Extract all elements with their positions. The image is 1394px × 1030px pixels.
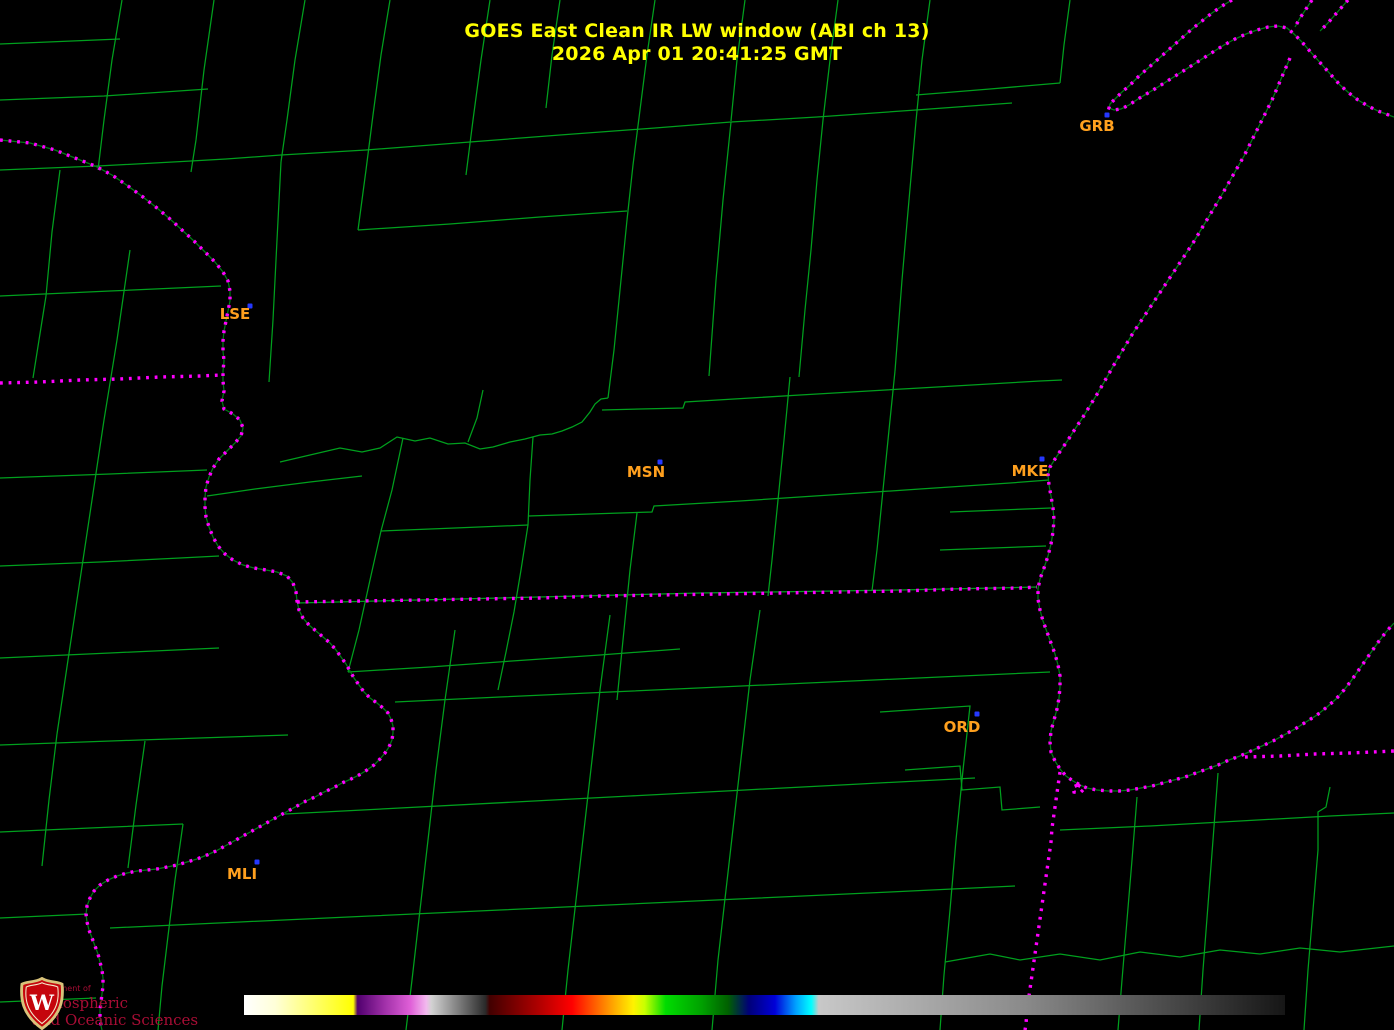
county-boundary-line [127,740,146,869]
county-boundary-line [904,765,1041,811]
county-boundary-line [939,545,1047,551]
county-boundary-line [380,524,529,532]
county-boundary-line [816,102,1013,118]
city-label-MLI: MLI [226,865,258,883]
county-boundary-line [0,88,209,101]
county-boundary-line [1198,772,1219,1030]
county-boundary-line [944,945,1394,963]
uw-crest-icon: W [20,977,64,1030]
image-title: GOES East Clean IR LW window (ABI ch 13)… [0,20,1394,66]
title-line-timestamp: 2026 Apr 01 20:41:25 GMT [551,43,843,65]
city-label-MSN: MSN [626,463,666,481]
city-dot-ORD [974,711,980,717]
county-boundary-line [879,705,971,1030]
city-label-LSE: LSE [219,305,251,323]
county-boundary-line [394,671,1051,703]
title-line-product: GOES East Clean IR LW window (ABI ch 13) [464,20,930,42]
svg-text:W: W [29,991,55,1016]
county-boundary-line [915,82,1061,96]
county-boundary-line [708,121,732,377]
county-boundary-line [601,379,1063,411]
county-boundary-line [798,179,818,378]
county-boundary-line [497,436,534,691]
county-boundary-line [0,285,222,297]
mississippi-river-border-dotted [0,138,395,1030]
county-boundary-line [1059,812,1394,831]
city-dot-MLI [254,859,260,865]
county-boundary-line [32,295,47,379]
county-boundary-line [279,397,609,463]
county-boundary-line [206,475,363,497]
county-boundary-line [365,127,656,151]
county-boundary-line [616,512,638,701]
mi-in-border-dotted [1244,749,1394,759]
city-label-MKE: MKE [1011,462,1049,480]
county-boundary-line [405,629,456,1030]
mississippi-river-shoreline [0,139,394,1030]
county-boundary-line [654,116,818,129]
uw-aos-logo: W Department of Atmospheric and Oceanic … [6,977,198,1030]
county-boundary-line [0,913,89,919]
county-boundary-line [607,219,628,399]
county-boundary-line [41,733,58,867]
county-boundary-line [561,614,611,1030]
ir-temperature-colorbar [244,995,1285,1015]
il-in-border-dotted [1023,771,1062,1030]
county-boundary-line [56,249,131,735]
lake-michigan-west-shore-dotted [1036,57,1394,793]
city-label-ORD: ORD [943,718,981,736]
county-boundary-line [1303,786,1331,1030]
county-boundary-line [0,469,208,479]
satellite-image-viewport: GOES East Clean IR LW window (ABI ch 13)… [0,0,1394,1030]
county-boundary-line [0,823,184,833]
county-boundary-line [0,647,220,659]
city-label-GRB: GRB [1079,117,1115,135]
county-boundary-line [0,555,220,567]
county-boundary-line [268,161,282,383]
county-boundary-line [949,507,1052,513]
county-boundary-line [871,370,896,592]
map-canvas [0,0,1394,1030]
county-boundary-line [711,609,761,1030]
county-boundary-line [0,734,289,746]
county-boundary-line [357,210,628,231]
county-boundary-line [284,777,976,815]
county-boundary-line [109,885,1016,929]
county-boundary-line [467,389,484,443]
county-boundary-line [347,648,681,673]
city-dot-MKE [1039,456,1045,462]
county-boundary-line [894,120,917,372]
county-boundary-line [347,437,404,673]
lake-michigan-shoreline [1037,57,1394,792]
county-boundary-line [45,169,61,297]
county-boundary-line [225,149,367,160]
county-boundary-line [767,376,791,597]
